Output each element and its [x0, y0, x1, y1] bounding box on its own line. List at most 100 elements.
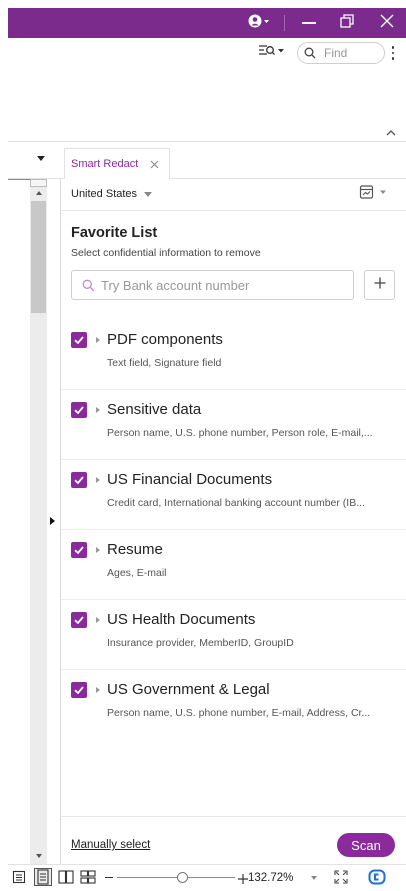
item-description: Person name, U.S. phone number, Person r… [107, 427, 373, 439]
scan-button[interactable]: Scan [337, 833, 395, 857]
expand-caret-icon[interactable] [96, 407, 100, 413]
chevron-up-icon [385, 124, 397, 141]
restore-button[interactable] [328, 8, 366, 38]
find-input[interactable]: Find [297, 42, 385, 64]
tab-label: Smart Redact [71, 158, 139, 170]
add-pattern-button[interactable] [364, 270, 395, 300]
expand-caret-icon[interactable] [96, 617, 100, 623]
manually-select-link[interactable]: Manually select [71, 839, 150, 851]
item-title: US Government & Legal [107, 681, 270, 698]
continuous-facing-view-icon[interactable] [80, 870, 96, 889]
search-icon [82, 279, 95, 292]
list-item[interactable]: Sensitive data Person name, U.S. phone nu… [61, 390, 406, 460]
status-bar: 132.72% [8, 864, 406, 890]
scroll-thumb[interactable] [31, 201, 46, 313]
checkmark-icon [73, 684, 85, 696]
item-title: US Financial Documents [107, 471, 273, 488]
zoom-slider[interactable] [117, 872, 235, 883]
expand-caret-icon[interactable] [96, 477, 100, 483]
tab-list-dropdown-icon[interactable] [37, 156, 45, 161]
chevron-down-icon [144, 191, 153, 197]
panel-splitter[interactable] [47, 179, 60, 864]
region-value: United States [71, 188, 138, 200]
zoom-level-value: 132.72% [248, 872, 294, 884]
smart-redact-panel: United States Favorite List Select confi… [60, 179, 406, 864]
favorite-list-heading: Favorite List [71, 225, 158, 241]
item-description: Person name, U.S. phone number, E-mail, … [107, 707, 371, 719]
expand-caret-icon[interactable] [96, 547, 100, 553]
item-checkbox[interactable] [71, 612, 87, 628]
item-checkbox[interactable] [71, 542, 87, 558]
item-checkbox[interactable] [71, 402, 87, 418]
list-item[interactable]: US Health Documents Insurance provider, M… [61, 600, 406, 670]
close-icon [380, 14, 394, 33]
vertical-scrollbar[interactable] [30, 179, 47, 864]
search-options-icon [258, 43, 288, 64]
minimize-icon [302, 22, 316, 24]
list-item[interactable]: PDF components Text field, Signature fiel… [61, 320, 406, 390]
assistant-icon[interactable] [368, 868, 386, 891]
expand-caret-icon[interactable] [96, 687, 100, 693]
close-window-button[interactable] [368, 8, 406, 38]
zoom-level-select[interactable]: 132.72% [248, 869, 328, 887]
scroll-top-box [30, 179, 47, 187]
list-item[interactable]: US Financial Documents Credit card, Inter… [61, 460, 406, 530]
tab-dropdown-area [8, 142, 60, 179]
document-page-edge [8, 179, 30, 864]
close-tab-icon[interactable] [150, 160, 159, 169]
item-title: Sensitive data [107, 401, 202, 418]
single-page-view-icon[interactable] [12, 870, 26, 889]
item-title: Resume [107, 541, 163, 558]
item-checkbox[interactable] [71, 332, 87, 348]
zoom-slider-thumb[interactable] [176, 872, 188, 883]
search-options-button[interactable] [258, 44, 292, 62]
template-icon [359, 184, 391, 205]
divider [61, 816, 406, 817]
more-dot-icon [391, 57, 395, 60]
fullscreen-icon[interactable] [334, 870, 348, 889]
item-description: Credit card, International banking accou… [107, 497, 365, 509]
toolbar: Find [8, 38, 406, 142]
item-description: Ages, E-mail [107, 567, 167, 579]
search-placeholder: Try Bank account number [101, 277, 250, 293]
zoom-in-icon[interactable] [238, 871, 248, 889]
item-checkbox[interactable] [71, 682, 87, 698]
search-icon [304, 47, 316, 59]
tab-smart-redact[interactable]: Smart Redact [64, 148, 170, 179]
region-select[interactable]: United States [71, 186, 153, 202]
document-strip [8, 142, 60, 864]
more-options-button[interactable] [388, 44, 398, 62]
checkmark-icon [73, 614, 85, 626]
title-bar [8, 8, 406, 38]
more-dot-icon [391, 51, 395, 55]
item-checkbox[interactable] [71, 472, 87, 488]
account-icon [248, 13, 270, 34]
list-item[interactable]: US Government & Legal Person name, U.S. p… [61, 670, 406, 740]
scroll-up-icon[interactable] [36, 191, 42, 195]
expand-caret-icon[interactable] [96, 337, 100, 343]
template-menu-button[interactable] [359, 184, 393, 205]
pattern-search-input[interactable]: Try Bank account number [71, 270, 354, 300]
account-button[interactable] [240, 8, 278, 38]
zoom-out-icon[interactable] [105, 877, 113, 879]
more-dot-icon [391, 46, 395, 49]
item-description: Text field, Signature field [107, 357, 222, 369]
checkmark-icon [73, 544, 85, 556]
continuous-page-view-icon[interactable] [34, 868, 52, 886]
collapse-ribbon-button[interactable] [385, 124, 397, 136]
find-placeholder: Find [324, 46, 348, 60]
checkmark-icon [73, 404, 85, 416]
divider [61, 210, 406, 211]
panel-tab-row: Smart Redact [60, 142, 406, 179]
restore-icon [340, 13, 354, 33]
plus-icon [374, 276, 386, 294]
checkmark-icon [73, 474, 85, 486]
list-item[interactable]: Resume Ages, E-mail [61, 530, 406, 600]
item-title: PDF components [107, 331, 223, 348]
minimize-button[interactable] [290, 8, 328, 38]
favorite-list-subheading: Select confidential information to remov… [71, 247, 261, 259]
facing-page-view-icon[interactable] [58, 870, 74, 889]
expand-panel-icon[interactable] [50, 517, 55, 525]
scroll-down-icon[interactable] [36, 854, 42, 858]
item-description: Insurance provider, MemberID, GroupID [107, 637, 294, 649]
